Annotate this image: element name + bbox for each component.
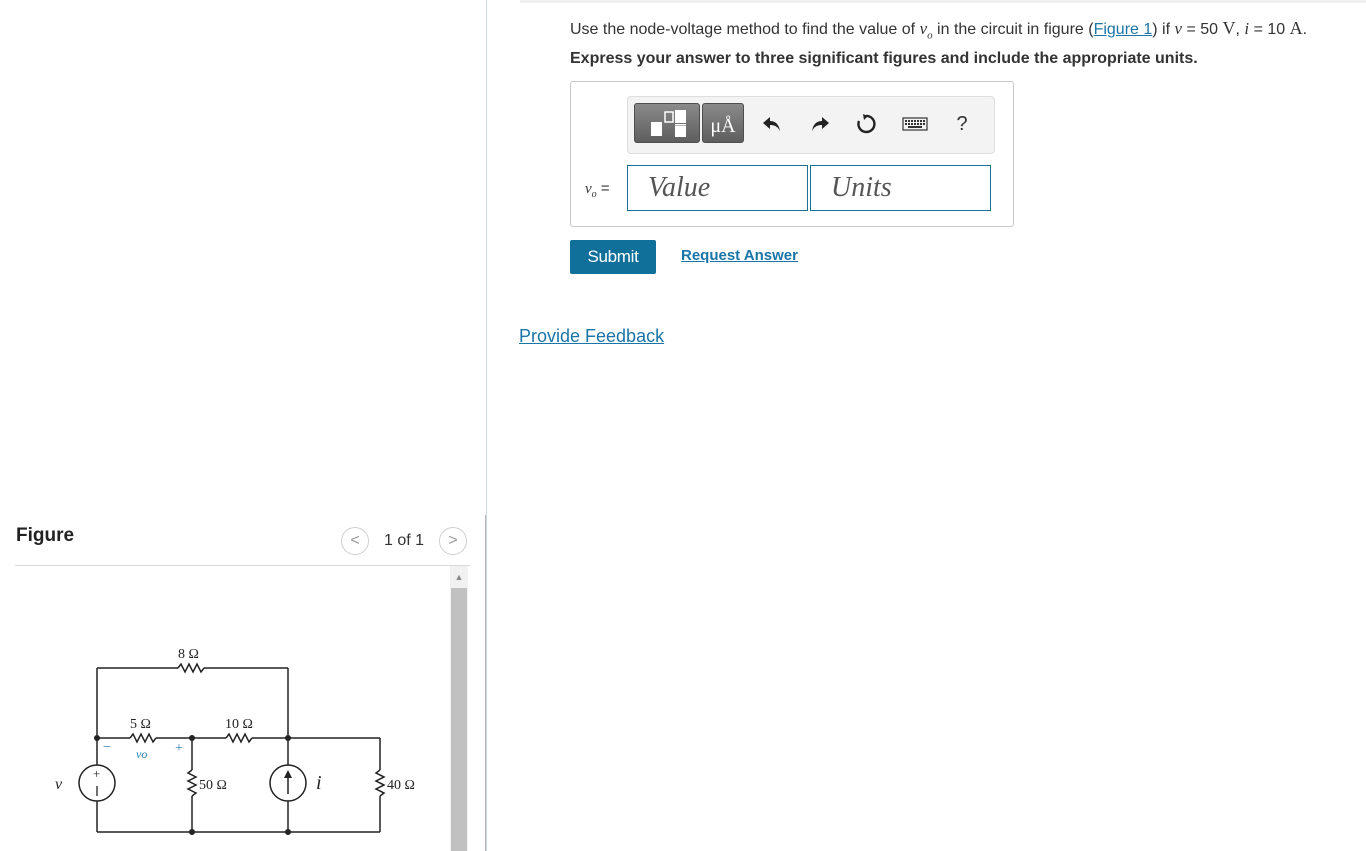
help-button[interactable]: ? — [947, 109, 977, 139]
question-text: Use the node-voltage method to find the … — [570, 17, 1350, 46]
unit-v: V — [1222, 18, 1236, 38]
unit-a: A — [1289, 18, 1303, 38]
undo-icon[interactable] — [757, 109, 787, 139]
figure-rule — [15, 565, 470, 566]
prev-figure-button[interactable]: < — [341, 527, 369, 555]
figure-scrollbar[interactable]: ▲ — [450, 566, 468, 851]
reset-icon[interactable] — [851, 109, 881, 139]
keyboard-icon[interactable] — [900, 109, 930, 139]
label-5-ohm: 5 Ω — [130, 717, 151, 732]
label-v: v — [55, 776, 63, 793]
submit-button[interactable]: Submit — [570, 240, 656, 274]
figure-panel-border — [485, 515, 486, 851]
question-mid: in the circuit in figure ( — [932, 21, 1094, 38]
figure-pager: 1 of 1 — [384, 532, 425, 549]
var-vo: vo — [919, 19, 933, 42]
question-eq1: = 50 — [1182, 21, 1223, 38]
label-8-ohm: 8 Ω — [178, 647, 199, 662]
question-eq2: = 10 — [1249, 21, 1290, 38]
label-vo: vo — [136, 747, 147, 761]
figure-link[interactable]: Figure 1 — [1094, 21, 1153, 38]
figure-title: Figure — [16, 525, 75, 546]
math-toolbar: μÅ ? — [627, 96, 995, 154]
redo-icon[interactable] — [805, 109, 835, 139]
next-figure-button[interactable]: > — [439, 527, 467, 555]
answer-box: μÅ ? vo = Value Units — [570, 81, 1014, 227]
provide-feedback-link[interactable]: Provide Feedback — [519, 326, 664, 347]
question-prefix: Use the node-voltage method to find the … — [570, 21, 920, 38]
label-40-ohm: 40 Ω — [387, 778, 415, 793]
var-v: v — [1174, 19, 1183, 38]
request-answer-link[interactable]: Request Answer — [681, 247, 798, 264]
vo-minus: − — [103, 740, 111, 755]
top-strip — [520, 0, 1366, 3]
label-i: i — [316, 772, 322, 794]
label-50-ohm: 50 Ω — [199, 778, 227, 793]
scroll-thumb[interactable] — [451, 588, 467, 851]
circuit-diagram: + 8 Ω 5 Ω 10 Ω 50 Ω 40 Ω v i vo − + — [55, 647, 415, 835]
templates-icon — [651, 110, 686, 137]
units-input[interactable]: Units — [810, 165, 991, 211]
instructions: Express your answer to three significant… — [570, 50, 1198, 67]
vo-label: vo = — [585, 180, 610, 200]
templates-button[interactable] — [634, 103, 700, 143]
units-button[interactable]: μÅ — [702, 103, 744, 143]
value-input[interactable]: Value — [627, 165, 808, 211]
vo-plus: + — [175, 741, 183, 756]
page: Use the node-voltage method to find the … — [0, 0, 1366, 851]
panel-divider — [486, 0, 487, 851]
source-plus: + — [93, 766, 100, 781]
label-10-ohm: 10 Ω — [225, 717, 253, 732]
question-period: . — [1302, 21, 1308, 38]
question-mid2: ) if — [1152, 21, 1175, 38]
scroll-up-arrow[interactable]: ▲ — [450, 570, 468, 584]
